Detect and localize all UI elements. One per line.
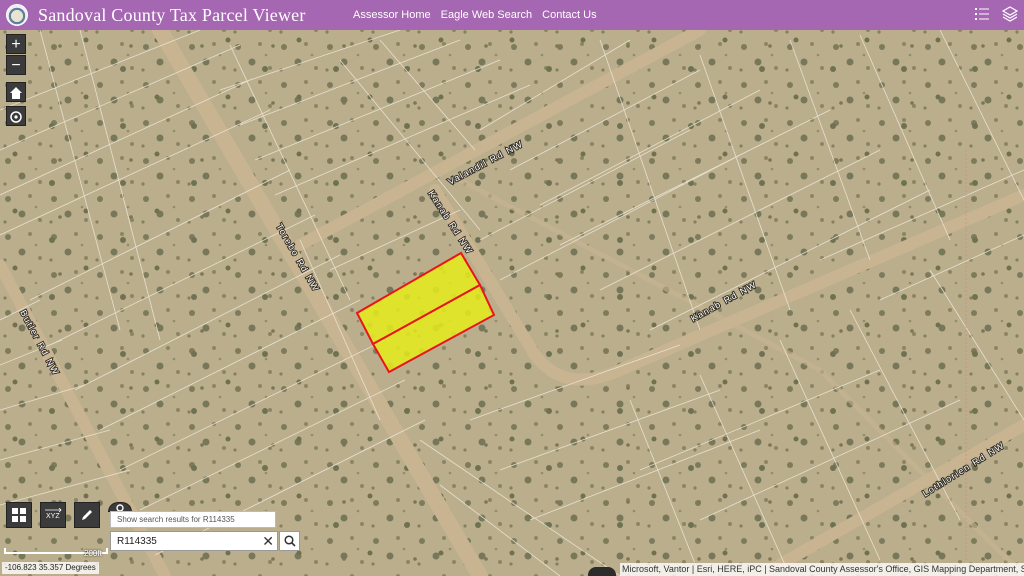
grid-icon xyxy=(12,508,26,522)
list-icon[interactable] xyxy=(974,6,990,22)
search-suggestion[interactable]: Show search results for R114335 xyxy=(110,511,276,528)
xy-coordinate-icon: XYZ xyxy=(45,508,62,520)
map-view[interactable]: Valandil Rd NW Kanab Rd NW Kanab Rd NW T… xyxy=(0,30,1024,576)
home-button[interactable] xyxy=(6,82,26,102)
zoom-in-button[interactable]: + xyxy=(6,34,26,54)
zoom-out-button[interactable]: − xyxy=(6,55,26,75)
search-icon xyxy=(116,504,124,511)
magnifier-icon xyxy=(283,535,296,547)
aerial-map-canvas[interactable]: Valandil Rd NW Kanab Rd NW Kanab Rd NW T… xyxy=(0,30,1024,576)
basemap-gallery-button[interactable] xyxy=(6,502,32,528)
app-header: Sandoval County Tax Parcel Viewer Assess… xyxy=(0,0,1024,30)
parcel-search-input[interactable] xyxy=(111,532,259,550)
nav-eagle-web-search-link[interactable]: Eagle Web Search xyxy=(441,9,533,21)
nav-contact-us-link[interactable]: Contact Us xyxy=(542,9,596,21)
locate-icon xyxy=(10,111,22,123)
header-tools xyxy=(974,6,1018,22)
layers-icon[interactable] xyxy=(1002,6,1018,22)
app-title: Sandoval County Tax Parcel Viewer xyxy=(38,4,306,25)
pencil-icon xyxy=(82,510,92,520)
locate-button[interactable] xyxy=(6,106,26,126)
sketch-button[interactable] xyxy=(74,502,100,528)
home-icon xyxy=(10,87,22,99)
nav-assessor-home-link[interactable]: Assessor Home xyxy=(353,9,431,21)
svg-text:XYZ: XYZ xyxy=(46,513,60,520)
coordinate-readout: -106.823 35.357 Degrees xyxy=(2,562,99,574)
clear-search-icon[interactable]: ✕ xyxy=(262,533,274,549)
header-nav: Assessor Home Eagle Web Search Contact U… xyxy=(353,9,597,21)
attribution-toggle[interactable] xyxy=(588,567,616,576)
parcel-search-box[interactable]: ✕ xyxy=(110,531,278,551)
map-attribution: Microsoft, Vantor | Esri, HERE, iPC | Sa… xyxy=(620,563,1024,576)
scale-bar-label: 200ft xyxy=(84,549,102,558)
coordinate-conversion-button[interactable]: XYZ xyxy=(40,502,66,528)
search-submit-button[interactable] xyxy=(279,531,300,551)
county-seal-logo[interactable] xyxy=(6,4,28,26)
